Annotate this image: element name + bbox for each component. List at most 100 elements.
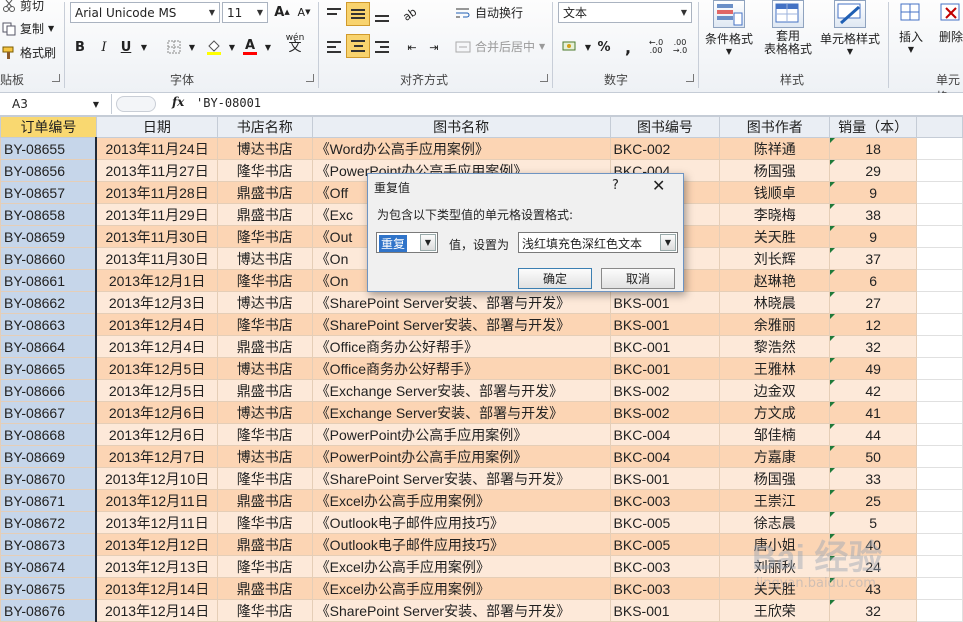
table-cell[interactable] [916, 313, 963, 336]
table-cell[interactable]: 33 [829, 467, 918, 490]
table-cell[interactable]: 赵琳艳 [719, 269, 831, 292]
align-center-button[interactable] [346, 34, 370, 58]
table-cell[interactable]: 《Excel办公高手应用案例》 [311, 489, 611, 512]
table-cell[interactable]: 9 [829, 181, 918, 204]
table-cell[interactable] [916, 203, 963, 226]
table-cell[interactable]: 方嘉康 [719, 445, 831, 468]
table-cell[interactable]: 《SharePoint Server安装、部署与开发》 [311, 291, 611, 314]
table-cell[interactable]: 边金双 [719, 379, 831, 402]
cut-button[interactable]: 剪切 [2, 0, 44, 14]
table-cell[interactable]: 2013年12月4日 [95, 313, 218, 336]
align-top-button[interactable] [324, 4, 344, 24]
copy-button[interactable]: 复制 ▼ [2, 20, 54, 37]
table-cell[interactable]: 《Excel办公高手应用案例》 [311, 555, 611, 578]
table-cell[interactable]: BKC-003 [609, 555, 721, 578]
table-cell[interactable] [916, 599, 963, 622]
table-cell[interactable] [916, 489, 963, 512]
table-cell[interactable]: 隆华书店 [216, 225, 313, 248]
table-cell[interactable]: 2013年11月30日 [95, 247, 218, 270]
table-cell[interactable]: 32 [829, 599, 918, 622]
table-cell[interactable]: 《Excel办公高手应用案例》 [311, 577, 611, 600]
table-cell[interactable]: 博达书店 [216, 137, 313, 160]
table-cell[interactable] [916, 269, 963, 292]
borders-button[interactable] [164, 37, 184, 57]
table-cell[interactable]: 鼎盛书店 [216, 533, 313, 556]
comma-button[interactable]: , [618, 37, 638, 57]
table-cell[interactable]: 5 [829, 511, 918, 534]
table-cell[interactable]: BKS-001 [609, 467, 721, 490]
table-cell[interactable]: BY-08656 [0, 159, 98, 182]
table-cell[interactable]: 2013年12月11日 [95, 511, 218, 534]
table-cell[interactable]: 2013年12月6日 [95, 401, 218, 424]
increase-decimal-button[interactable]: ←.0.00 [646, 37, 666, 57]
formula-input[interactable]: 'BY-08001 [196, 96, 261, 110]
insert-cells-button[interactable]: 插入 ▼ [894, 0, 928, 54]
table-cell[interactable]: 博达书店 [216, 401, 313, 424]
table-cell[interactable]: 隆华书店 [216, 423, 313, 446]
chevron-down-icon[interactable]: ▼ [420, 234, 436, 251]
table-cell[interactable]: 关天胜 [719, 577, 831, 600]
table-cell[interactable]: BY-08663 [0, 313, 98, 336]
table-cell[interactable]: 隆华书店 [216, 599, 313, 622]
decrease-decimal-button[interactable]: .00 →.0 [670, 37, 690, 57]
column-header[interactable]: 日期 [95, 116, 218, 138]
table-cell[interactable]: BKC-002 [609, 137, 721, 160]
table-cell[interactable]: BY-08667 [0, 401, 98, 424]
table-cell[interactable]: 2013年11月30日 [95, 225, 218, 248]
table-cell[interactable]: 《SharePoint Server安装、部署与开发》 [311, 599, 611, 622]
table-cell[interactable]: 博达书店 [216, 247, 313, 270]
table-cell[interactable]: 43 [829, 577, 918, 600]
table-cell[interactable]: BY-08655 [0, 137, 98, 160]
table-cell[interactable]: BKS-002 [609, 401, 721, 424]
table-cell[interactable]: 王崇江 [719, 489, 831, 512]
table-cell[interactable]: BY-08658 [0, 203, 98, 226]
bold-button[interactable]: B [70, 37, 90, 57]
table-cell[interactable] [916, 379, 963, 402]
table-cell[interactable]: 40 [829, 533, 918, 556]
format-painter-button[interactable]: 格式刷 [2, 44, 56, 61]
merge-center-button[interactable]: 合并后居中 ▼ [455, 38, 545, 55]
table-cell[interactable] [916, 225, 963, 248]
format-as-table-button[interactable]: 套用 表格格式 [758, 0, 818, 56]
insert-function-icon[interactable]: fx [172, 95, 184, 109]
table-cell[interactable]: 2013年12月11日 [95, 489, 218, 512]
table-cell[interactable]: 2013年12月3日 [95, 291, 218, 314]
table-cell[interactable] [916, 291, 963, 314]
column-header[interactable]: 图书名称 [311, 116, 611, 138]
table-cell[interactable]: 50 [829, 445, 918, 468]
table-cell[interactable]: 鼎盛书店 [216, 335, 313, 358]
cell-styles-button[interactable]: 单元格样式 ▼ [818, 0, 882, 56]
table-cell[interactable]: BY-08660 [0, 247, 98, 270]
table-cell[interactable]: 42 [829, 379, 918, 402]
table-cell[interactable]: 38 [829, 203, 918, 226]
table-cell[interactable]: 杨国强 [719, 159, 831, 182]
column-header[interactable] [916, 116, 963, 138]
table-cell[interactable]: 2013年12月13日 [95, 555, 218, 578]
table-cell[interactable]: 2013年12月5日 [95, 357, 218, 380]
table-cell[interactable]: 25 [829, 489, 918, 512]
table-cell[interactable]: 隆华书店 [216, 313, 313, 336]
table-cell[interactable]: 余雅丽 [719, 313, 831, 336]
table-cell[interactable]: BY-08662 [0, 291, 98, 314]
table-cell[interactable]: 隆华书店 [216, 555, 313, 578]
table-cell[interactable]: 27 [829, 291, 918, 314]
table-cell[interactable] [916, 137, 963, 160]
wrap-text-button[interactable]: 自动换行 [455, 4, 523, 21]
table-cell[interactable] [916, 401, 963, 424]
table-cell[interactable]: 《SharePoint Server安装、部署与开发》 [311, 313, 611, 336]
table-cell[interactable]: BY-08672 [0, 511, 98, 534]
table-cell[interactable] [916, 335, 963, 358]
table-cell[interactable]: 隆华书店 [216, 467, 313, 490]
ok-button[interactable]: 确定 [518, 268, 592, 289]
table-cell[interactable]: 29 [829, 159, 918, 182]
chevron-down-icon[interactable]: ▼ [660, 234, 676, 251]
table-cell[interactable]: BKC-005 [609, 533, 721, 556]
table-cell[interactable]: BKS-001 [609, 599, 721, 622]
table-cell[interactable]: BKC-001 [609, 335, 721, 358]
font-size-combo[interactable]: 11 ▼ [222, 2, 268, 23]
table-cell[interactable]: 32 [829, 335, 918, 358]
table-cell[interactable]: 陈祥通 [719, 137, 831, 160]
table-cell[interactable]: 44 [829, 423, 918, 446]
table-cell[interactable] [916, 511, 963, 534]
table-cell[interactable]: 《Exchange Server安装、部署与开发》 [311, 379, 611, 402]
